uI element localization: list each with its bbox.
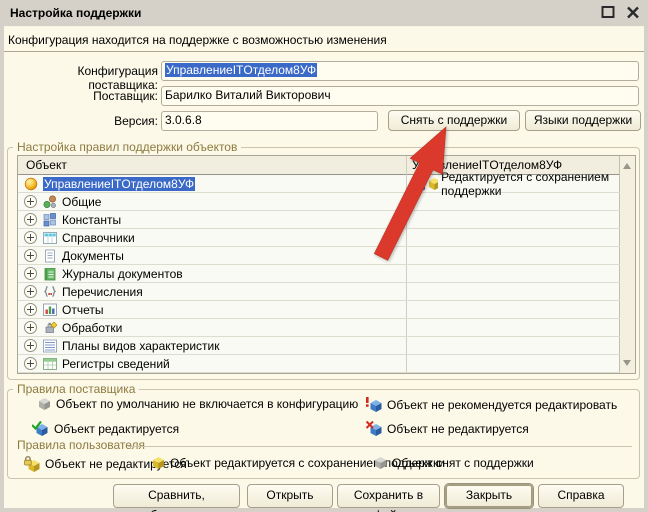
supplier-value: Барилко Виталий Викторович — [165, 88, 331, 102]
tree-row-label: Общие — [62, 195, 101, 209]
support-kept-icon — [428, 177, 438, 191]
default-not-included-icon — [38, 397, 51, 411]
tree-row-label: Документы — [62, 249, 124, 263]
supplier-field[interactable]: Барилко Виталий Викторович — [161, 86, 639, 106]
legend-item: Объект не редактируется — [366, 421, 529, 436]
tree-row-label: Обработки — [62, 321, 122, 335]
document-journals-icon — [43, 267, 57, 281]
tree-row-root[interactable]: УправлениеITОтделом8УФ Редактируется с с… — [18, 175, 620, 193]
tree-row-label: Регистры сведений — [62, 357, 170, 371]
vendor-config-value: УправлениеITОтделом8УФ — [165, 63, 317, 77]
not-recommended-edit-icon — [366, 397, 382, 412]
separator — [4, 51, 644, 52]
rules-groupbox-title: Настройка правил поддержки объектов — [13, 141, 241, 154]
supplier-rules-title: Правила поставщика — [13, 383, 139, 396]
legend-item: Объект снят с поддержки — [374, 456, 534, 470]
tree-row-label: Отчеты — [62, 303, 103, 317]
legend-item: Объект редактируется — [32, 421, 179, 436]
configuration-icon — [24, 177, 38, 191]
reports-icon — [43, 303, 57, 317]
vendor-config-label: Конфигурация поставщика: — [8, 64, 158, 92]
expand-icon[interactable] — [24, 231, 37, 244]
version-field[interactable]: 3.0.6.8 — [161, 111, 378, 131]
catalogs-icon — [43, 231, 57, 245]
legend-item: Объект по умолчанию не включается в конф… — [38, 397, 358, 411]
tree-row-label: Перечисления — [62, 285, 143, 299]
title-bar[interactable]: Настройка поддержки — [0, 0, 648, 26]
legend-item: Объект не рекомендуется редактировать — [366, 397, 617, 412]
close-icon[interactable] — [626, 5, 641, 20]
column-header-object: Объект — [18, 158, 406, 172]
expand-icon[interactable] — [24, 249, 37, 262]
enumerations-icon — [43, 285, 57, 299]
removed-from-support-icon — [374, 456, 387, 470]
version-value: 3.0.6.8 — [165, 113, 202, 127]
user-rules-divider — [128, 446, 632, 447]
tree-row-label: Константы — [62, 213, 121, 227]
expand-icon[interactable] — [24, 195, 37, 208]
open-button[interactable]: Открыть — [247, 484, 333, 508]
tree-row[interactable]: Справочники — [18, 229, 620, 247]
object-editable-icon — [412, 176, 425, 191]
documents-icon — [43, 249, 57, 263]
information-registers-icon — [43, 357, 57, 371]
scroll-up-icon[interactable] — [623, 163, 631, 169]
constants-icon — [43, 213, 57, 227]
tree-row[interactable]: Планы видов характеристик — [18, 337, 620, 355]
expand-icon[interactable] — [24, 213, 37, 226]
support-status-text: Конфигурация находится на поддержке с во… — [8, 33, 387, 47]
characteristic-types-icon — [43, 339, 57, 353]
save-to-file-button[interactable]: Сохранить в файл — [337, 484, 440, 508]
objects-table[interactable]: Объект УправлениеITОтделом8УФ Управление… — [17, 155, 636, 374]
tree-row[interactable]: Журналы документов — [18, 265, 620, 283]
support-settings-dialog: Настройка поддержки Конфигурация находит… — [0, 0, 648, 512]
tree-row[interactable]: Отчеты — [18, 301, 620, 319]
version-label: Версия: — [8, 114, 158, 128]
remove-support-button[interactable]: Снять с поддержки — [388, 110, 520, 131]
close-button[interactable]: Закрыть — [445, 484, 533, 508]
tree-row-label: Справочники — [62, 231, 135, 245]
scroll-down-icon[interactable] — [623, 360, 631, 366]
object-editable-icon — [32, 421, 49, 436]
tree-row[interactable]: Регистры сведений — [18, 355, 620, 373]
edit-with-support-icon — [152, 456, 165, 470]
compare-merge-button[interactable]: Сравнить, объединить — [113, 484, 240, 508]
tree-row-label: Журналы документов — [62, 267, 183, 281]
expand-icon[interactable] — [24, 285, 37, 298]
tree-row-label: Планы видов характеристик — [62, 339, 219, 353]
tree-row[interactable]: Документы — [18, 247, 620, 265]
expand-icon[interactable] — [24, 303, 37, 316]
window-title: Настройка поддержки — [10, 6, 141, 20]
not-editable-icon — [366, 421, 382, 436]
vendor-config-field[interactable]: УправлениеITОтделом8УФ — [161, 61, 639, 81]
table-body: УправлениеITОтделом8УФ Редактируется с с… — [18, 175, 620, 373]
tree-row-label: УправлениеITОтделом8УФ — [43, 177, 195, 191]
expand-icon[interactable] — [24, 267, 37, 280]
common-icon — [43, 195, 57, 209]
support-languages-button[interactable]: Языки поддержки — [525, 110, 641, 131]
user-locked-icon — [24, 456, 40, 472]
tree-row[interactable]: Перечисления — [18, 283, 620, 301]
expand-icon[interactable] — [24, 357, 37, 370]
supplier-label: Поставщик: — [8, 89, 158, 103]
tree-row[interactable]: Обработки — [18, 319, 620, 337]
tree-row[interactable]: Константы — [18, 211, 620, 229]
data-processors-icon — [43, 321, 57, 335]
expand-icon[interactable] — [24, 321, 37, 334]
tree-row[interactable]: Общие — [18, 193, 620, 211]
table-scrollbar[interactable] — [619, 156, 635, 373]
maximize-icon[interactable] — [601, 5, 615, 19]
help-button[interactable]: Справка — [538, 484, 624, 508]
expand-icon[interactable] — [24, 339, 37, 352]
